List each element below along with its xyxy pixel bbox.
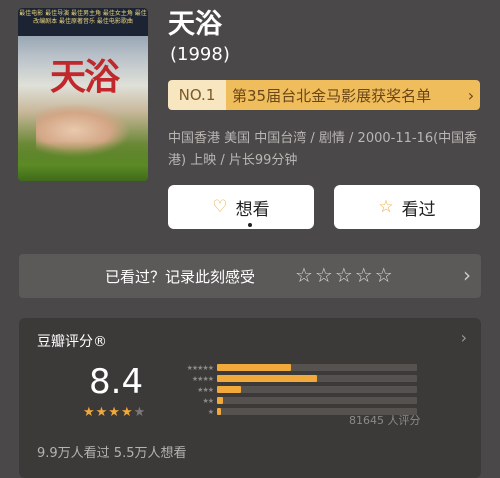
bar-star-label-icon: ★★ (202, 396, 214, 405)
bar-track (217, 397, 417, 404)
rating-score: 8.4 (89, 362, 144, 402)
rating-bar-row: ★★★ (161, 384, 419, 395)
bar-fill (217, 397, 223, 404)
movie-meta: 中国香港 美国 中国台湾 / 剧情 / 2000-11-16(中国香港) 上映 … (168, 131, 478, 168)
bar-star-label-icon: ★★★★★ (186, 363, 214, 372)
ranking-banner[interactable]: NO.1 第35届台北金马影展获奖名单 › (168, 80, 480, 110)
bar-star-label-icon: ★ (207, 407, 214, 416)
poster-grass (18, 141, 148, 181)
ranking-list-name: 第35届台北金马影展获奖名单 (226, 80, 462, 110)
bar-fill (217, 375, 317, 382)
rating-bar-row: ★★★★ (161, 373, 419, 384)
bar-fill (217, 364, 291, 371)
page-indicator-dot (248, 223, 252, 227)
chevron-right-icon: › (460, 328, 467, 347)
chevron-right-icon: › (462, 80, 480, 110)
watch-stats: 9.9万人看过 5.5万人想看 (37, 446, 187, 461)
score-stars: ★★★★★ (83, 405, 147, 420)
bar-track (217, 375, 417, 382)
ranking-number: NO.1 (168, 80, 226, 110)
rating-distribution: ★★★★★ ★★★★ ★★★ ★★ ★ (161, 362, 419, 417)
watched-button[interactable]: ☆ 看过 (334, 185, 480, 229)
bar-fill (217, 408, 221, 415)
rating-bar-row: ★★ (161, 395, 419, 406)
bar-track (217, 386, 417, 393)
douban-rating-card[interactable]: 豆瓣评分® › 8.4 ★★★★★ ★★★★★ ★★★★ ★★★ ★★ ★ 81645 … (19, 318, 481, 478)
rating-header: 豆瓣评分® (37, 334, 107, 350)
seen-label: 看过 (401, 199, 436, 220)
rating-bar-row: ★★★★★ (161, 362, 419, 373)
rating-count: 81645 人评分 (349, 414, 421, 427)
poster-award-lines: 最佳电影 最佳导演 最佳男主角 最佳女主角 最佳改编剧本 最佳原著音乐 最佳电影… (18, 8, 148, 36)
heart-plus-icon: ♡ (212, 197, 228, 217)
bar-track (217, 364, 417, 371)
seen-rating-prompt[interactable]: 已看过？记录此刻感受 ☆☆☆☆☆ › (19, 254, 481, 298)
want-to-watch-button[interactable]: ♡ 想看 (168, 185, 314, 229)
chevron-right-icon: › (463, 263, 471, 287)
seen-prompt-label: 已看过？记录此刻感受 (105, 268, 256, 286)
bar-star-label-icon: ★★★★ (191, 374, 214, 383)
movie-poster[interactable]: 最佳电影 最佳导演 最佳男主角 最佳女主角 最佳改编剧本 最佳原著音乐 最佳电影… (18, 8, 148, 181)
rate-stars[interactable]: ☆☆☆☆☆ (295, 263, 395, 287)
bar-star-label-icon: ★★★ (197, 385, 214, 394)
bar-fill (217, 386, 241, 393)
want-label: 想看 (235, 199, 270, 220)
movie-year: (1998) (170, 44, 230, 65)
movie-title: 天浴 (168, 9, 222, 40)
poster-title: 天浴 (50, 56, 120, 98)
star-outline-icon: ☆ (378, 197, 394, 217)
